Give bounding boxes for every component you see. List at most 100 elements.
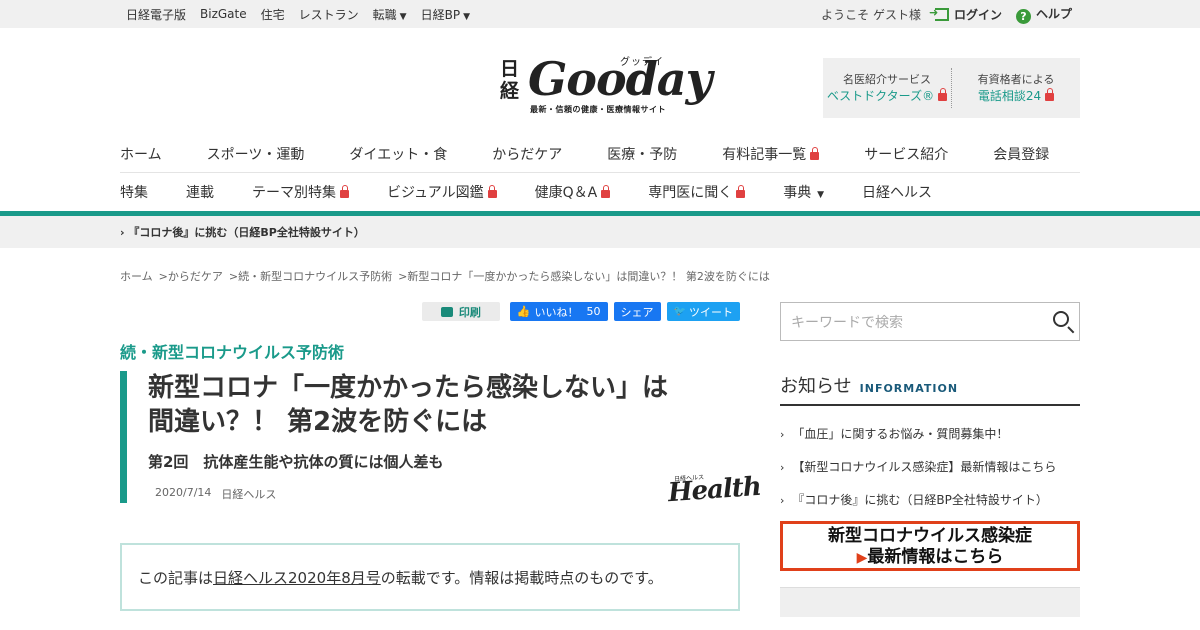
best-doctors-link[interactable]: 名医紹介サービス ベストドクターズ®: [823, 71, 951, 105]
nav-paid-articles-label: 有料記事一覧: [722, 147, 807, 163]
nav-visual-guide-label: ビジュアル図鑑: [387, 184, 484, 201]
sidebar: キーワードで検索 お知らせ INFORMATION › 「血圧」に関するお悩み・質…: [780, 302, 1080, 617]
information-item-label: 「血圧」に関するお悩み・質問募集中！: [792, 427, 1009, 441]
nav-theme-features[interactable]: テーマ別特集: [252, 182, 349, 202]
information-list: › 「血圧」に関するお悩み・質問募集中！ › 【新型コロナウイルス感染症】最新情報は…: [780, 420, 1080, 519]
caret-down-icon: ▼: [463, 11, 470, 22]
lock-icon: [601, 184, 611, 198]
nav-paid-articles[interactable]: 有料記事一覧: [722, 144, 820, 164]
chevron-right-icon: ›: [780, 428, 785, 441]
nav-home[interactable]: ホーム: [120, 144, 162, 164]
nav-series[interactable]: 連載: [186, 182, 214, 202]
covid-banner-line2: 最新情報はこちら: [867, 547, 1004, 567]
nav-nikkei-health[interactable]: 日経ヘルス: [862, 182, 932, 202]
breadcrumb-series[interactable]: >続・新型コロナウイルス予防術: [229, 268, 392, 284]
article-subtitle: 第2回 抗体産生能や抗体の質には個人差も: [148, 453, 444, 471]
top-link-restaurant[interactable]: レストラン: [299, 6, 359, 23]
tweet-button[interactable]: 🐦 ツイート: [666, 302, 740, 321]
top-link-bizgate[interactable]: BizGate: [200, 7, 247, 21]
top-link-jobs-label: 転職: [372, 7, 397, 22]
lock-icon: [736, 184, 746, 198]
login-button[interactable]: ログイン: [929, 6, 1002, 23]
phone-consult-label: 電話相談24: [977, 89, 1042, 103]
best-doctors-caption: 名医紹介サービス: [843, 73, 931, 86]
help-label: ヘルプ: [1035, 6, 1072, 21]
article-title-line1: 新型コロナ「一度かかったら感染しない」は: [148, 373, 669, 403]
facebook-share-button[interactable]: シェア: [613, 302, 661, 321]
top-link-jobs[interactable]: 転職 ▼: [373, 6, 407, 23]
nav-encyclopedia[interactable]: 事典 ▼: [783, 182, 824, 202]
caret-down-icon: ▼: [399, 11, 407, 22]
nav-diet[interactable]: ダイエット・食: [349, 144, 447, 164]
covid-banner-line1: 新型コロナウイルス感染症: [828, 526, 1032, 546]
nav-bodycare[interactable]: からだケア: [492, 144, 562, 164]
top-links: 日経電子版 BizGate 住宅 レストラン 転職 ▼ 日経BP ▼: [126, 6, 470, 23]
series-title[interactable]: 続・新型コロナウイルス予防術: [120, 339, 740, 363]
nav-theme-features-label: テーマ別特集: [252, 184, 336, 201]
welcome-text: ようこそ ゲスト様: [821, 7, 921, 22]
breadcrumb-bodycare[interactable]: >からだケア: [159, 268, 223, 284]
logo-ruby: グッデイ: [620, 57, 664, 68]
top-link-housing[interactable]: 住宅: [261, 6, 285, 23]
help-button[interactable]: ? ヘルプ: [1015, 5, 1072, 24]
search-input[interactable]: キーワードで検索: [780, 302, 1080, 341]
nav-ask-specialist[interactable]: 専門医に聞く: [648, 182, 746, 202]
best-doctors-label: ベストドクターズ®: [826, 89, 935, 103]
phone-consult-caption: 有資格者による: [977, 73, 1055, 86]
information-item[interactable]: › 『コロナ後』に挑む（日経BP全社特設サイト）: [780, 486, 1080, 519]
facebook-like-button[interactable]: 👍 いいね！ 50: [509, 302, 608, 321]
breadcrumb-home[interactable]: ホーム: [120, 268, 153, 284]
share-bar: 印刷 👍 いいね！ 50 シェア 🐦 ツイート: [120, 302, 740, 321]
nav-visual-guide[interactable]: ビジュアル図鑑: [387, 182, 497, 202]
help-icon: ?: [1015, 8, 1031, 24]
top-link-nikkei-digital[interactable]: 日経電子版: [126, 6, 186, 23]
special-site-bar: › 『コロナ後』に挑む（日経BP全社特設サイト）: [0, 216, 1200, 248]
article-title-line2: 間違い？！ 第2波を防ぐには: [148, 407, 488, 437]
nav-health-qa-label: 健康Q＆A: [534, 184, 598, 201]
covid-banner[interactable]: 新型コロナウイルス感染症 ▶最新情報はこちら: [780, 521, 1080, 571]
nav-ask-specialist-label: 専門医に聞く: [648, 184, 733, 201]
nav-sports[interactable]: スポーツ・運動: [207, 144, 305, 164]
information-item[interactable]: › 【新型コロナウイルス感染症】最新情報はこちら: [780, 453, 1080, 486]
article-date: 2020/7/14: [155, 486, 212, 499]
notice-suffix: の転載です。情報は掲載時点のものです。: [380, 568, 663, 587]
magazine-issue-link[interactable]: 日経ヘルス2020年8月号: [213, 567, 381, 588]
nikkei-health-logo: Health 日経ヘルス: [667, 472, 762, 508]
chevron-right-icon: ›: [120, 225, 125, 239]
thumbs-up-icon: 👍: [516, 305, 531, 318]
search-icon[interactable]: [1053, 311, 1069, 327]
lock-icon: [810, 147, 820, 160]
tweet-label: ツイート: [689, 305, 733, 319]
chevron-right-icon: ›: [780, 494, 785, 507]
article-meta: 2020/7/14 日経ヘルス: [155, 486, 276, 502]
title-block: 新型コロナ「一度かかったら感染しない」は 間違い？！ 第2波を防ぐには 第2回 抗…: [120, 371, 762, 508]
logo-tagline: 最新・信頼の健康・医療情報サイト: [530, 105, 666, 114]
nav-register[interactable]: 会員登録: [993, 144, 1049, 164]
breadcrumb-current: >新型コロナ「一度かかったら感染しない」は間違い？！ 第2波を防ぐには: [398, 270, 770, 283]
information-title-en: INFORMATION: [859, 382, 959, 395]
information-header: お知らせ INFORMATION: [780, 372, 1080, 406]
lock-icon: [1045, 88, 1055, 101]
information-item[interactable]: › 「血圧」に関するお悩み・質問募集中！: [780, 420, 1080, 453]
gooday-logo[interactable]: 日経 Gooday グッデイ 最新・信頼の健康・医療情報サイト: [500, 52, 712, 116]
login-icon: [929, 6, 949, 21]
top-bar: 日経電子版 BizGate 住宅 レストラン 転職 ▼ 日経BP ▼ ようこそ ゲス…: [0, 0, 1200, 28]
lock-icon: [340, 184, 349, 198]
site-header: 日経 Gooday グッデイ 最新・信頼の健康・医療情報サイト 名医紹介サービス…: [0, 28, 1200, 136]
reprint-notice: この記事は 日経ヘルス2020年8月号 の転載です。情報は掲載時点のものです。: [120, 543, 740, 611]
nav-encyclopedia-label: 事典: [783, 184, 812, 201]
search-placeholder: キーワードで検索: [791, 314, 903, 331]
print-button[interactable]: 印刷: [421, 302, 500, 321]
nav-services[interactable]: サービス紹介: [864, 144, 948, 164]
notice-prefix: この記事は: [138, 568, 214, 587]
share-label: シェア: [620, 305, 654, 319]
top-link-nikkeibp-label: 日経BP: [420, 7, 461, 22]
phone-consult-link[interactable]: 有資格者による 電話相談24: [952, 71, 1080, 105]
nav-medical[interactable]: 医療・予防: [607, 144, 677, 164]
nav-health-qa[interactable]: 健康Q＆A: [535, 182, 611, 202]
special-site-link[interactable]: 『コロナ後』に挑む（日経BP全社特設サイト）: [128, 224, 364, 240]
information-item-label: 【新型コロナウイルス感染症】最新情報はこちら: [792, 460, 1057, 474]
nav-features[interactable]: 特集: [120, 182, 148, 202]
lock-icon: [938, 88, 948, 101]
top-link-nikkeibp[interactable]: 日経BP ▼: [421, 6, 470, 23]
